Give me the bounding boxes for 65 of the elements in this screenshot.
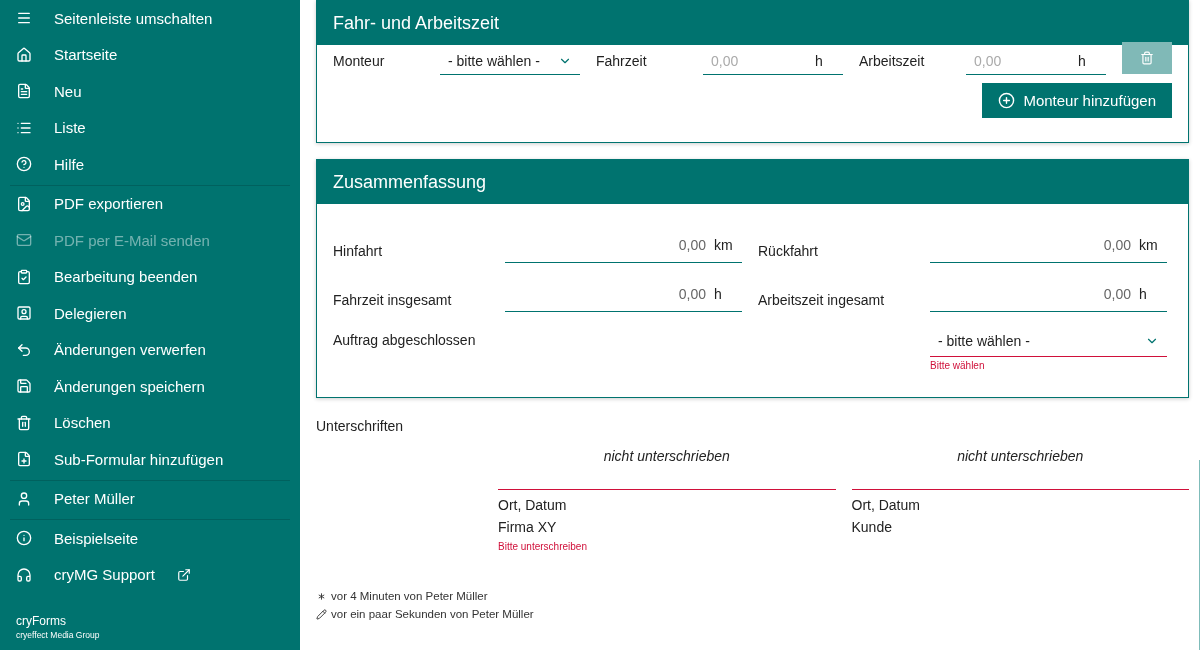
user-icon — [16, 490, 32, 507]
field-label: Rückfahrt — [758, 243, 819, 261]
home-icon — [16, 46, 32, 63]
image-file-icon — [16, 195, 32, 212]
sidebar-item[interactable]: PDF exportieren — [0, 185, 300, 222]
sidebar-item[interactable]: Seitenleiste umschalten — [0, 0, 300, 37]
sidebar-item[interactable]: cryMG Support — [0, 556, 300, 593]
file-plus-icon — [16, 451, 32, 468]
section-title: Unterschriften — [316, 418, 405, 434]
sidebar-item[interactable]: Sub-Formular hinzufügen — [0, 441, 300, 478]
completed-select[interactable]: - bitte wählen - — [930, 326, 1167, 357]
summary-field[interactable]: 0,00 h — [505, 277, 742, 312]
sidebar-item[interactable]: Hilfe — [0, 146, 300, 183]
headphones-icon — [16, 566, 32, 583]
history-entry: vor 4 Minuten von Peter Müller — [331, 590, 488, 602]
sidebar-item[interactable]: Startseite — [0, 36, 300, 73]
field-label: Auftrag abgeschlossen — [333, 331, 477, 348]
field-label: Fahrzeit — [596, 53, 648, 69]
sidebar-item[interactable]: Löschen — [0, 404, 300, 441]
summary-field[interactable]: 0,00 h — [930, 277, 1167, 312]
signatory-name: Kunde — [851, 518, 893, 537]
trash-icon — [1140, 51, 1154, 65]
card-title: Zusammenfassung — [317, 160, 1188, 204]
signature-status: nicht unterschrieben — [602, 448, 731, 466]
mail-icon — [16, 232, 32, 249]
app-name: cryForms — [16, 614, 67, 628]
card-title: Fahr- und Arbeitszeit — [317, 1, 1188, 45]
checklist-icon — [16, 268, 32, 285]
field-label: Monteur — [333, 53, 386, 69]
signatory-name: Firma XY — [498, 518, 558, 537]
undo-icon — [16, 341, 32, 358]
sidebar-item[interactable]: Änderungen verwerfen — [0, 331, 300, 368]
history-entry: vor ein paar Sekunden von Peter Müller — [331, 608, 534, 620]
company-name: cryeffect Media Group — [16, 630, 101, 640]
save-icon — [16, 378, 32, 395]
trash-icon — [16, 414, 32, 431]
sidebar-item[interactable]: Delegieren — [0, 295, 300, 332]
field-label: Hinfahrt — [333, 243, 384, 261]
travel-time-field[interactable]: 0,00 h — [703, 47, 843, 75]
field-label: Fahrzeit insgesamt — [333, 292, 453, 310]
sidebar-item[interactable]: Bearbeitung beenden — [0, 258, 300, 295]
error-message: Bitte unterschreiben — [498, 541, 588, 552]
error-message: Bitte wählen — [930, 360, 986, 371]
sidebar-item[interactable]: Neu — [0, 73, 300, 110]
sidebar-item[interactable]: Peter Müller — [0, 480, 300, 517]
field-label: Arbeitszeit ingesamt — [758, 292, 886, 310]
worker-select[interactable]: - bitte wählen - — [440, 47, 580, 75]
sidebar-item[interactable]: Liste — [0, 109, 300, 146]
summary-field[interactable]: 0,00 km — [930, 228, 1167, 263]
work-time-field[interactable]: 0,00 h — [966, 47, 1106, 75]
add-worker-button[interactable]: Monteur hinzufügen — [982, 83, 1172, 118]
sidebar-item[interactable]: Änderungen speichern — [0, 368, 300, 405]
id-badge-icon — [16, 305, 32, 322]
pencil-icon — [316, 608, 327, 620]
sidebar-item[interactable]: Beispielseite — [0, 520, 300, 557]
asterisk-icon — [316, 590, 327, 602]
summary-field[interactable]: 0,00 km — [505, 228, 742, 263]
signature-caption: Ort, Datum — [851, 496, 921, 515]
signature-caption: Ort, Datum — [498, 496, 568, 515]
signature-status: nicht unterschrieben — [956, 448, 1085, 466]
add-icon — [998, 92, 1016, 109]
help-icon — [16, 156, 32, 173]
info-icon — [16, 530, 32, 547]
document-icon — [16, 83, 32, 100]
field-label: Arbeitszeit — [859, 53, 926, 69]
